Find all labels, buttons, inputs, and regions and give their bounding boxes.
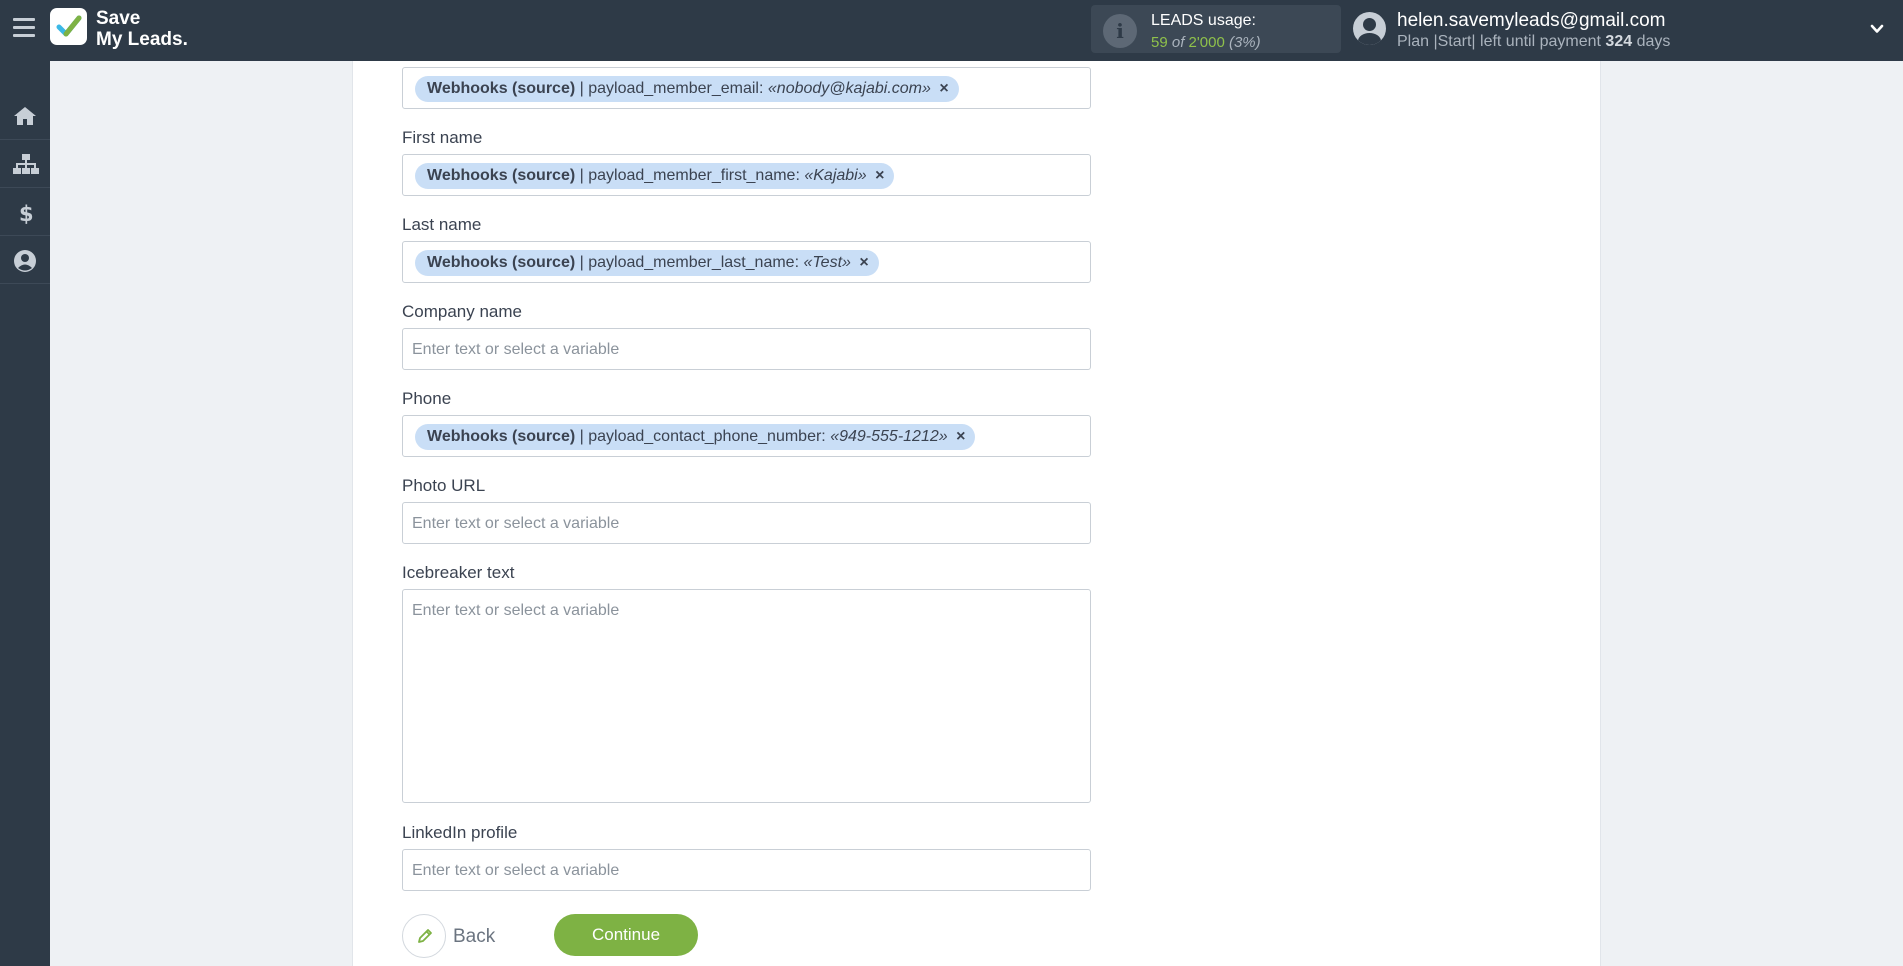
phone-field[interactable]: Webhooks (source) | payload_contact_phon… [402,415,1091,457]
remove-tag-icon[interactable]: × [875,167,884,184]
avatar[interactable] [1353,12,1386,45]
sidebar-item-home[interactable] [0,93,50,140]
logo-text[interactable]: Save My Leads. [96,8,188,50]
icebreaker-label: Icebreaker text [402,563,515,582]
info-icon: i [1103,14,1137,48]
last-name-field[interactable]: Webhooks (source) | payload_member_last_… [402,241,1091,283]
plan-text: Plan |Start| left until payment [1397,33,1601,50]
linkedin-placeholder: Enter text or select a variable [412,862,620,879]
usage-percent: (3%) [1228,34,1261,51]
tag-field: | payload_member_last_name: [579,254,800,271]
top-bar: Save My Leads. i LEADS usage: 59 of 2'00… [0,0,1903,61]
phone-label: Phone [402,389,452,408]
remove-tag-icon[interactable]: × [939,80,948,97]
tag-source: Webhooks (source) [427,80,576,97]
variable-tag[interactable]: Webhooks (source) | payload_member_first… [415,163,895,189]
icebreaker-placeholder: Enter text or select a variable [412,602,620,619]
user-email[interactable]: helen.savemyleads@gmail.com [1397,10,1666,32]
photo-url-field[interactable]: Enter text or select a variable [402,502,1091,544]
pencil-icon [418,929,432,943]
back-button[interactable]: Back [402,914,502,958]
company-name-field[interactable]: Enter text or select a variable [402,328,1091,370]
back-circle[interactable] [402,914,446,958]
logo-line-2: My Leads. [96,29,188,50]
tag-source: Webhooks (source) [427,428,576,445]
first-name-field[interactable]: Webhooks (source) | payload_member_first… [402,154,1091,196]
sidebar-item-billing[interactable]: $ [0,189,50,236]
tag-value: «949-555-1212» [830,428,948,445]
back-label: Back [453,926,496,947]
sidebar-item-account[interactable] [0,237,50,284]
tag-value: «nobody@kajabi.com» [767,80,931,97]
days-count: 324 [1605,33,1633,50]
tag-value: «Kajabi» [804,167,867,184]
svg-text:$: $ [19,202,34,225]
user-plan: Plan |Start| left until payment 324 days [1397,33,1670,51]
hamburger-menu-icon[interactable] [13,18,35,38]
first-name-label: First name [402,128,483,147]
sitemap-icon [13,154,39,174]
tag-source: Webhooks (source) [427,167,576,184]
tag-source: Webhooks (source) [427,254,576,271]
days-label: days [1636,33,1671,50]
icebreaker-textarea[interactable]: Enter text or select a variable [402,589,1091,803]
usage-count: 59 of 2'000 (3%) [1151,34,1261,51]
usage-title: LEADS usage: [1151,12,1256,29]
variable-tag[interactable]: Webhooks (source) | payload_member_last_… [415,250,879,276]
usage-of: of [1171,34,1185,51]
company-name-placeholder: Enter text or select a variable [412,341,620,358]
last-name-label: Last name [402,215,482,234]
tag-field: | payload_contact_phone_number: [579,428,826,445]
dollar-icon: $ [19,202,34,225]
home-icon [14,107,36,125]
remove-tag-icon[interactable]: × [859,254,868,271]
remove-tag-icon[interactable]: × [956,428,965,445]
logo-icon[interactable] [50,8,87,45]
tag-field: | payload_member_email: [579,80,764,97]
linkedin-label: LinkedIn profile [402,823,518,842]
usage-total: 2'000 [1188,34,1225,51]
logo-line-1: Save [96,8,141,29]
linkedin-field[interactable]: Enter text or select a variable [402,849,1091,891]
usage-used: 59 [1151,34,1168,51]
photo-url-label: Photo URL [402,476,486,495]
photo-url-placeholder: Enter text or select a variable [412,515,620,532]
email-field[interactable]: Webhooks (source) | payload_member_email… [402,67,1091,109]
tag-field: | payload_member_first_name: [579,167,800,184]
sidebar-item-connections[interactable] [0,141,50,188]
chevron-down-icon[interactable] [1870,22,1884,36]
tag-value: «Test» [803,254,851,271]
user-icon [14,250,36,272]
leads-usage-panel: i LEADS usage: 59 of 2'000 (3%) [1091,5,1341,53]
variable-tag[interactable]: Webhooks (source) | payload_member_email… [415,76,959,102]
continue-button[interactable]: Continue [554,914,698,956]
company-name-label: Company name [402,302,523,321]
variable-tag[interactable]: Webhooks (source) | payload_contact_phon… [415,424,976,450]
sidebar: $ [0,61,50,966]
